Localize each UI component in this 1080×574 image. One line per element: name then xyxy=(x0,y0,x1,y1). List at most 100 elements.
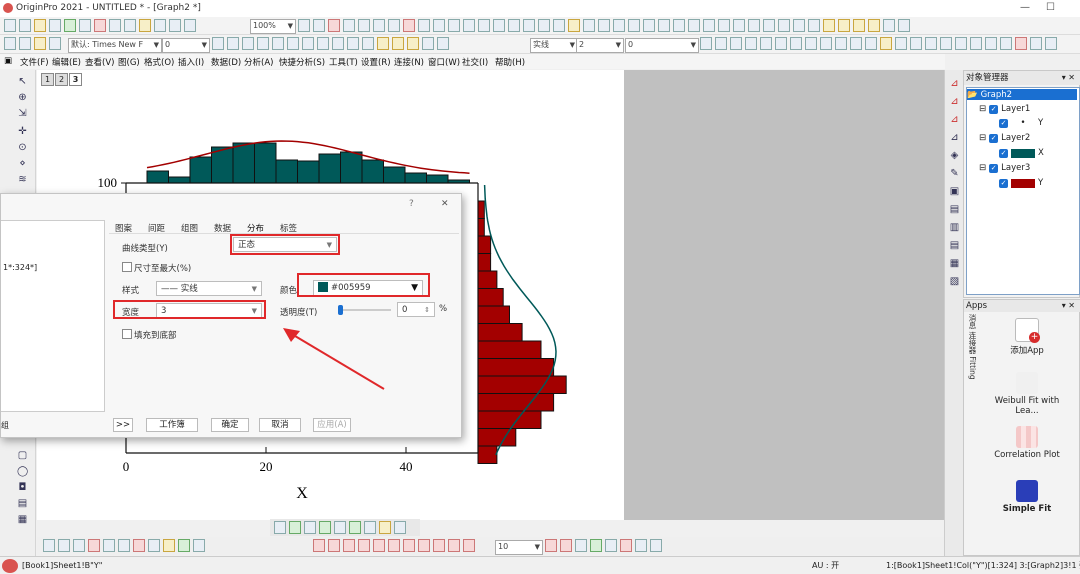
menu-view[interactable]: 查看(V) xyxy=(85,56,114,68)
close-icon[interactable]: ✕ xyxy=(441,199,449,209)
layer3-plot-checkbox[interactable]: ✓ xyxy=(999,178,1008,188)
line-width-combo[interactable]: 2 ▼ xyxy=(576,38,624,53)
collapse-icon[interactable]: ⊟ xyxy=(979,163,986,173)
strip-tool-icon-7[interactable]: ▣ xyxy=(949,186,960,197)
strip-tool-icon-12[interactable]: ▧ xyxy=(949,276,960,287)
menu-data[interactable]: 数据(D) xyxy=(211,56,241,68)
menu-graph[interactable]: 图(G) xyxy=(118,56,140,68)
line-style-combo[interactable]: 实线 ▼ xyxy=(530,38,578,53)
collapse-icon[interactable]: ⊟ xyxy=(979,133,986,143)
origin-status-icon[interactable] xyxy=(2,559,18,573)
menu-insert[interactable]: 插入(I) xyxy=(178,56,204,68)
expand-button[interactable]: >> xyxy=(113,418,133,432)
strip-tool-icon-2[interactable]: ⊿ xyxy=(949,96,960,107)
text-format-tools[interactable] xyxy=(212,37,449,51)
app-correlation-plot[interactable]: Correlation Plot xyxy=(982,426,1072,460)
layer-tab-3[interactable]: 3 xyxy=(69,73,82,86)
panel-menu-icon[interactable]: ▾ ✕ xyxy=(1062,73,1075,82)
layer1-plot-checkbox[interactable]: ✓ xyxy=(999,118,1008,128)
strip-tool-icon-11[interactable]: ▦ xyxy=(949,258,960,269)
cancel-button[interactable]: 取消 xyxy=(259,418,301,432)
circle-tool-icon[interactable]: ◯ xyxy=(17,466,28,477)
layer2-plot-checkbox[interactable]: ✓ xyxy=(999,148,1008,158)
screen-reader-icon[interactable]: ⊙ xyxy=(17,142,28,153)
strip-tool-icon-3[interactable]: ⊿ xyxy=(949,114,960,125)
tree-node-layer3[interactable]: ⊟ ✓ Layer3 xyxy=(979,163,1030,173)
workbook-button[interactable]: 工作簿 xyxy=(146,418,198,432)
fill-to-bottom-checkbox[interactable]: 填充到底部 xyxy=(122,329,177,341)
slider-thumb[interactable] xyxy=(338,305,343,315)
menu-window[interactable]: 窗口(W) xyxy=(428,56,460,68)
app-weibull-fit[interactable]: Weibull Fit with Lea... xyxy=(982,372,1072,416)
plot-type-tools[interactable] xyxy=(43,539,205,553)
menu-edit[interactable]: 编辑(E) xyxy=(52,56,81,68)
align-tools[interactable] xyxy=(545,539,662,553)
layer-icon[interactable]: ≋ xyxy=(17,174,28,185)
region-tool-icon[interactable]: ◘ xyxy=(17,482,28,493)
pointer-icon[interactable]: ↖ xyxy=(17,76,28,87)
strip-tool-icon-9[interactable]: ▥ xyxy=(949,222,960,233)
scale-icon[interactable]: ⇲ xyxy=(17,108,28,119)
layer1-checkbox[interactable]: ✓ xyxy=(989,104,999,114)
window-title: OriginPro 2021 - UNTITLED * - [Graph2 *] xyxy=(16,3,201,13)
object-edit-tools[interactable] xyxy=(313,539,475,553)
font-name-combo[interactable]: 默认: Times New F ▼ xyxy=(68,38,162,53)
layer-tab-2[interactable]: 2 xyxy=(55,73,68,86)
ok-button[interactable]: 确定 xyxy=(211,418,249,432)
menu-file[interactable]: 文件(F) xyxy=(20,56,49,68)
menu-analysis[interactable]: 分析(A) xyxy=(244,56,273,68)
apply-button[interactable]: 应用(A) xyxy=(313,418,351,432)
draw-data-icon[interactable]: ⋄ xyxy=(17,158,28,169)
object-tree: 📂 Graph2 ⊟ ✓ Layer1 ✓ • Y ⊟ ✓ Layer2 ✓ X ⊟ ✓ Layer… xyxy=(966,87,1080,295)
menu-social[interactable]: 社交(I) xyxy=(462,56,488,68)
bottom-graph-tools[interactable] xyxy=(274,521,406,535)
collapse-icon[interactable]: ⊟ xyxy=(979,104,986,114)
rect-tool-icon[interactable]: ▢ xyxy=(17,450,28,461)
menu-quick-analysis[interactable]: 快捷分析(S) xyxy=(279,56,325,68)
app-simple-fit[interactable]: Simple Fit xyxy=(982,480,1072,514)
object-tools[interactable] xyxy=(700,37,1057,51)
app-add[interactable]: + 添加App xyxy=(982,318,1072,356)
file-tools[interactable] xyxy=(4,19,196,33)
strip-tool-icon-6[interactable]: ✎ xyxy=(949,168,960,179)
zoom-icon[interactable]: ⊕ xyxy=(17,92,28,103)
menu-format[interactable]: 格式(O) xyxy=(144,56,174,68)
strip-tool-icon-8[interactable]: ▤ xyxy=(949,204,960,215)
strip-tool-icon-4[interactable]: ⊿ xyxy=(949,132,960,143)
clipboard-tools[interactable] xyxy=(4,37,61,51)
strip-tool-icon-5[interactable]: ◈ xyxy=(949,150,960,161)
maximize-icon[interactable]: ☐ xyxy=(1046,2,1055,13)
mask-tool-icon[interactable]: ▤ xyxy=(17,498,28,509)
apps-side-tabs[interactable]: 消息 连接器 Fitting xyxy=(966,314,978,554)
strip-tool-icon-1[interactable]: ⊿ xyxy=(949,78,960,89)
menu-connect[interactable]: 连接(N) xyxy=(394,56,424,68)
strip-tool-icon-10[interactable]: ▤ xyxy=(949,240,960,251)
tree-node-layer2[interactable]: ⊟ ✓ Layer2 xyxy=(979,133,1030,143)
plot-list-panel[interactable]: 1*:324*] xyxy=(1,220,105,412)
menu-help[interactable]: 帮助(H) xyxy=(495,56,525,68)
tree-node-layer2-plot[interactable]: ✓ X xyxy=(999,148,1044,158)
layer-tab-1[interactable]: 1 xyxy=(41,73,54,86)
graph-tools[interactable] xyxy=(298,19,910,33)
tree-node-layer1-plot[interactable]: ✓ • Y xyxy=(999,118,1043,128)
tree-node-layer1[interactable]: ⊟ ✓ Layer1 xyxy=(979,104,1030,114)
bottom-size-combo[interactable]: 10 ▼ xyxy=(495,540,543,555)
menu-tools[interactable]: 工具(T) xyxy=(329,56,358,68)
minimize-icon[interactable]: — xyxy=(1020,2,1030,13)
table-tool-icon[interactable]: ▦ xyxy=(17,514,28,525)
font-size-combo[interactable]: 0 ▼ xyxy=(162,38,210,53)
layer2-checkbox[interactable]: ✓ xyxy=(989,133,999,143)
transparency-slider[interactable] xyxy=(338,305,391,315)
tree-node-layer3-plot[interactable]: ✓ Y xyxy=(999,178,1043,188)
layer3-checkbox[interactable]: ✓ xyxy=(989,163,999,173)
menu-settings[interactable]: 设置(R) xyxy=(361,56,391,68)
pattern-combo[interactable]: 0 ▼ xyxy=(625,38,699,53)
size-max-checkbox[interactable]: 尺寸至最大(%) xyxy=(122,262,191,274)
style-combo[interactable]: —— 实线 ▼ xyxy=(156,281,262,296)
tree-node-graph2[interactable]: 📂 Graph2 xyxy=(967,89,1077,100)
apps-menu-icon[interactable]: ▾ ✕ xyxy=(1062,301,1075,310)
help-icon[interactable]: ? xyxy=(409,199,414,209)
data-reader-icon[interactable]: ✛ xyxy=(17,126,28,137)
transparency-input[interactable]: 0 ⇕ xyxy=(397,302,435,317)
zoom-combo[interactable]: 100% ▼ xyxy=(250,19,296,34)
